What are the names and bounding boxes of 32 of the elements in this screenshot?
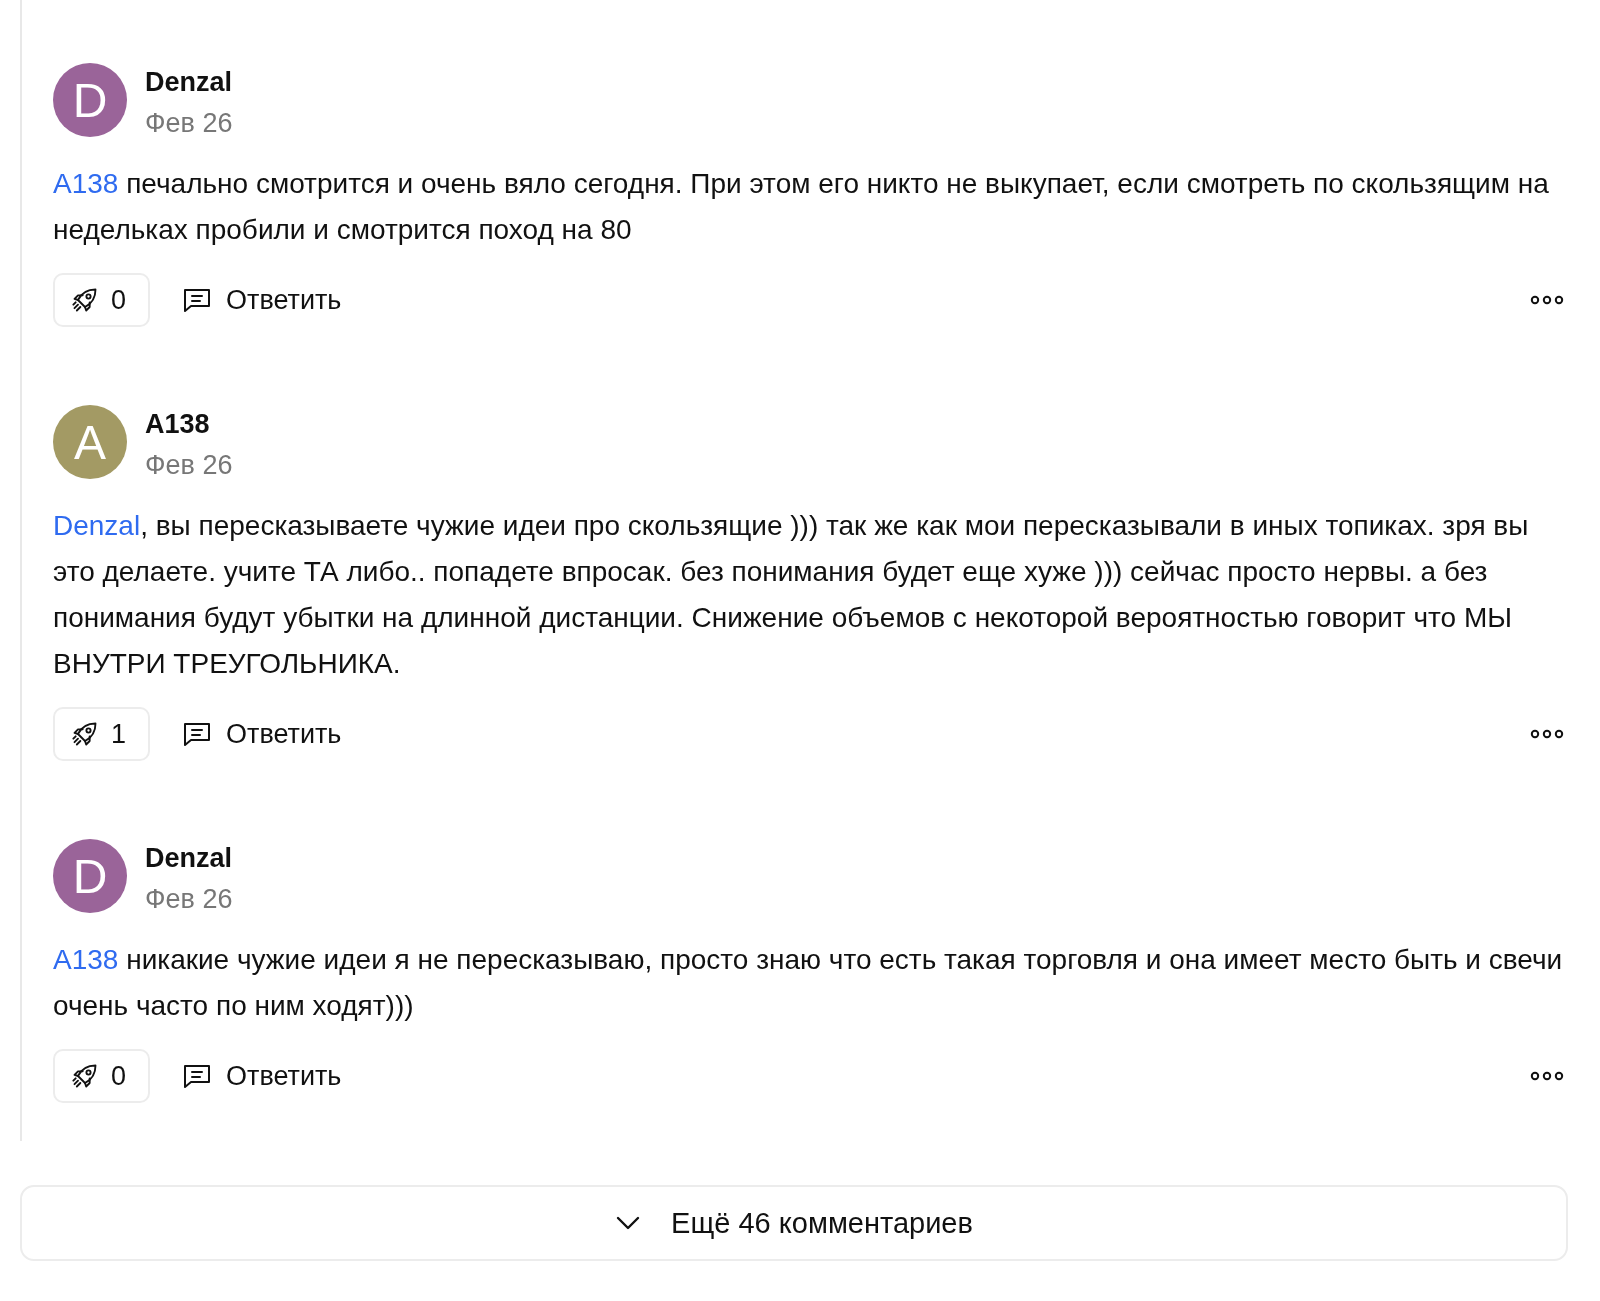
like-button[interactable]: 1	[53, 707, 151, 761]
author-name[interactable]: Denzal	[145, 843, 233, 874]
author-name[interactable]: A138	[145, 409, 233, 440]
avatar: A	[53, 405, 127, 479]
comment-text: Denzal, вы пересказываете чужие идеи про скользящие ))) так же как мои пересказывали в иных топиках. зря вы это делаете. учите ТА либо.. попадете впросак. без понимания будет еще хуже ))) сейчас просто нервы. а без понимания будут убытки на длинной дистанции. Снижение объемов с некоторой вероятностью говорит что МЫ ВНУТРИ ТРЕУГОЛЬНИКА.	[53, 509, 1530, 681]
avatar: D	[53, 839, 127, 913]
rocket-icon	[71, 1062, 99, 1090]
like-button[interactable]: 0	[53, 1049, 151, 1103]
comment-icon	[182, 721, 213, 747]
reply-button[interactable]: Ответить	[182, 1060, 342, 1092]
author-name[interactable]: Denzal	[145, 67, 233, 98]
comment-icon	[182, 1063, 213, 1089]
mention-link[interactable]: Denzal	[53, 510, 141, 541]
comment-text: A138 печально смотрится и очень вяло сегодня. При этом его никто не выкупает, если смотреть по скользящим на недельках пробили и смотрится поход на 80	[53, 167, 1550, 247]
avatar: D	[53, 63, 127, 137]
mention-link[interactable]: A138	[53, 168, 119, 199]
reply-button[interactable]: Ответить	[182, 718, 342, 750]
more-icon	[1530, 1071, 1564, 1081]
like-button[interactable]: 0	[53, 273, 151, 327]
rocket-icon	[71, 720, 99, 748]
rocket-icon	[71, 286, 99, 314]
comment-date: Фев 26	[145, 450, 233, 481]
more-icon	[1530, 295, 1564, 305]
comment-date: Фев 26	[145, 884, 233, 915]
comment-text: A138 никакие чужие идеи я не пересказываю, просто знаю что есть такая торговля и она имеет место быть и свечи очень часто по ним ходят)))	[53, 943, 1564, 1023]
reply-button[interactable]: Ответить	[182, 284, 342, 316]
comment-date: Фев 26	[145, 108, 233, 139]
chevron-down-icon	[615, 1215, 642, 1231]
more-icon	[1530, 729, 1564, 739]
mention-link[interactable]: A138	[53, 944, 119, 975]
comment-icon	[182, 287, 213, 313]
show-more-button[interactable]: Ещё 46 комментариев	[20, 1185, 1568, 1261]
